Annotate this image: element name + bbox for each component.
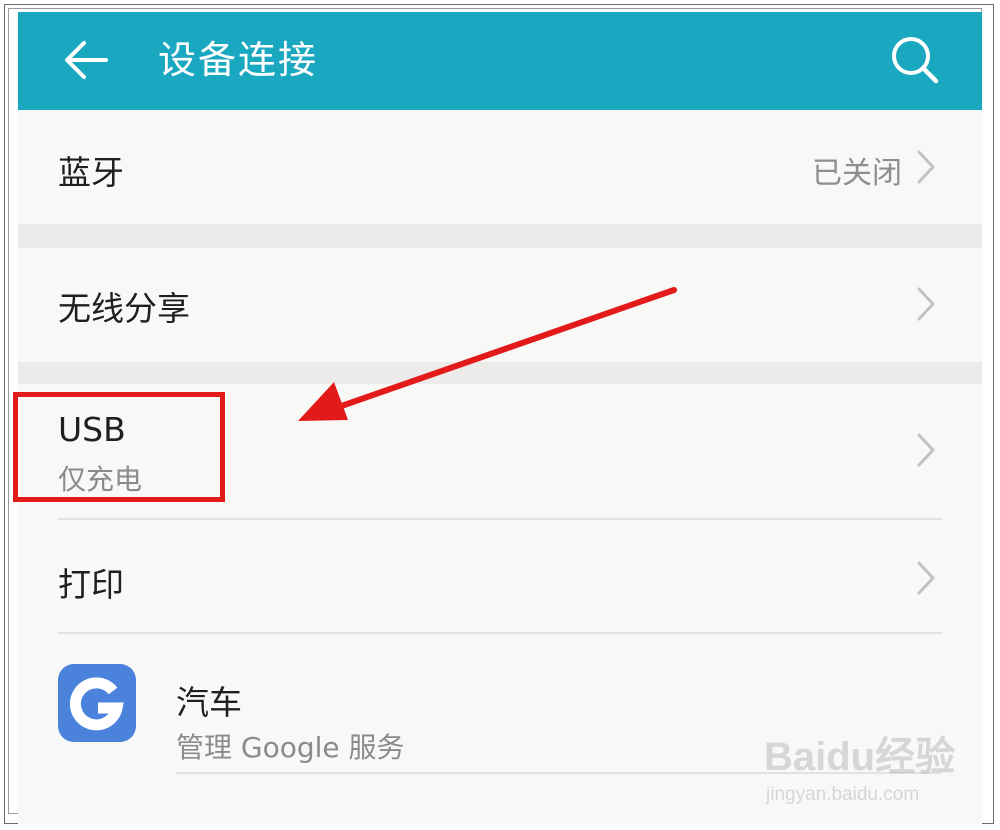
page-title: 设备连接 <box>158 38 319 82</box>
list-item-print[interactable]: 打印 <box>18 520 982 632</box>
car-label: 汽车 <box>176 683 242 722</box>
app-bar: 设备连接 <box>18 12 982 110</box>
wireless-share-label: 无线分享 <box>58 289 190 328</box>
bluetooth-label: 蓝牙 <box>58 153 124 192</box>
car-description: 管理 Google 服务 <box>176 731 405 764</box>
google-g-icon <box>58 664 136 742</box>
search-icon[interactable] <box>884 30 944 90</box>
baidu-watermark-logo: Baidu经验 jingyan.baidu.com <box>764 735 955 805</box>
usb-highlight-box <box>13 392 225 502</box>
chevron-right-icon <box>917 433 935 467</box>
chevron-right-icon <box>917 150 935 184</box>
svg-text:Baidu经验: Baidu经验 <box>764 735 955 779</box>
chevron-right-icon <box>917 561 935 595</box>
back-arrow-icon[interactable] <box>58 32 114 88</box>
print-label: 打印 <box>58 565 124 604</box>
svg-text:jingyan.baidu.com: jingyan.baidu.com <box>765 784 919 805</box>
chevron-right-icon <box>917 287 935 321</box>
bluetooth-status: 已关闭 <box>812 156 902 191</box>
section-gap <box>18 224 982 248</box>
list-item-bluetooth[interactable]: 蓝牙 已关闭 <box>18 110 982 224</box>
red-arrow-annotation <box>298 287 677 421</box>
